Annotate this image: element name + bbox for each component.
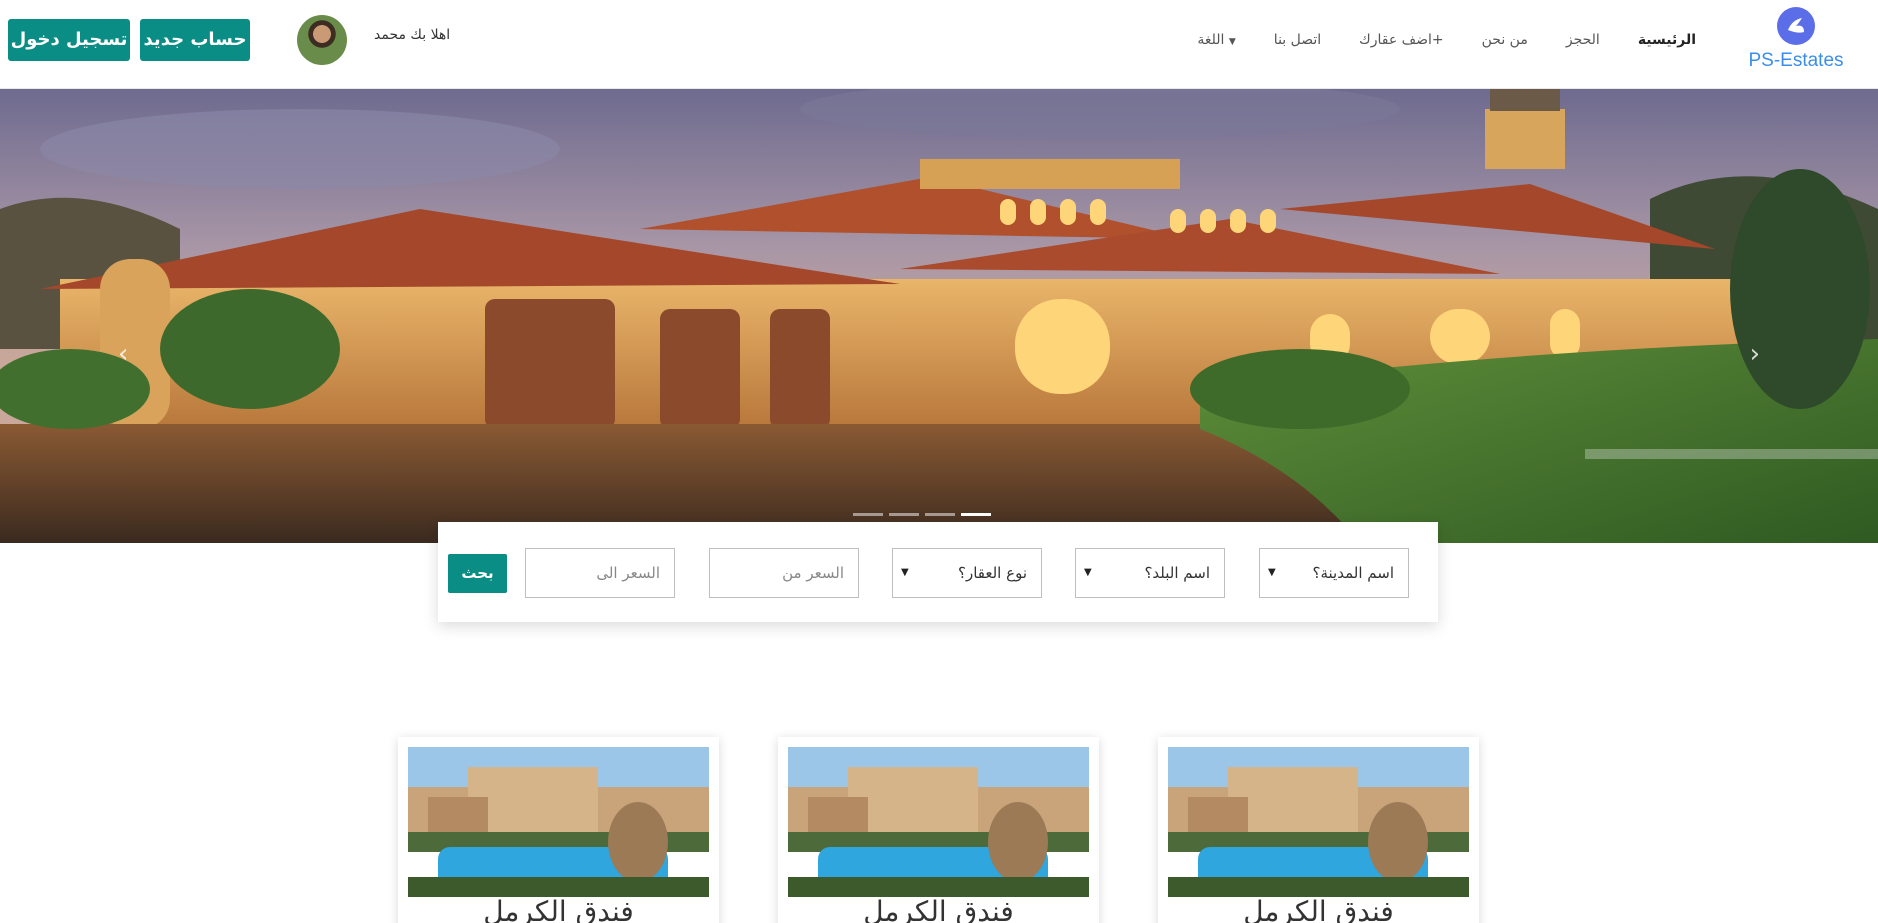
logo-icon [1777, 7, 1815, 45]
carousel-indicator[interactable] [925, 513, 955, 516]
carousel-indicator[interactable] [889, 513, 919, 516]
carousel-prev-icon[interactable]: ‹ [118, 339, 128, 369]
property-title: فندق الكرمل [1243, 895, 1394, 923]
main-nav: الرئيسية الحجز من نحن اضف عقارك+ اتصل بن… [1178, 30, 1715, 50]
property-title: فندق الكرمل [483, 895, 634, 923]
nav-item-add-property[interactable]: اضف عقارك+ [1340, 30, 1462, 50]
user-greeting: اهلا بك محمد [374, 27, 451, 43]
page: PS-Estates الرئيسية الحجز من نحن اضف عقا… [0, 0, 1878, 923]
top-navbar: PS-Estates الرئيسية الحجز من نحن اضف عقا… [0, 0, 1878, 89]
nav-item-language[interactable]: اللغة ▼ [1178, 30, 1254, 50]
hero-carousel: ‹ › [0, 89, 1878, 543]
property-type-select[interactable]: نوع العقار؟ ▼ [892, 548, 1042, 598]
property-image [1168, 747, 1469, 897]
user-avatar[interactable] [297, 15, 347, 65]
search-panel: اسم المدينة؟ ▼ اسم البلد؟ ▼ نوع العقار؟ … [438, 522, 1438, 622]
hero-image [0, 89, 1878, 543]
select-arrow-icon: ▼ [901, 567, 909, 578]
brand-name: PS-Estates [1748, 50, 1844, 71]
select-arrow-icon: ▼ [1084, 567, 1092, 578]
city-select[interactable]: اسم المدينة؟ ▼ [1259, 548, 1409, 598]
property-image [788, 747, 1089, 897]
nav-item-contact[interactable]: اتصل بنا [1255, 30, 1340, 50]
nav-item-about[interactable]: من نحن [1463, 30, 1547, 50]
caret-down-icon: ▼ [1228, 37, 1236, 47]
search-button[interactable]: بحث [448, 554, 507, 593]
nav-item-booking[interactable]: الحجز [1547, 30, 1619, 50]
language-label: اللغة [1197, 32, 1225, 48]
carousel-indicator-active[interactable] [961, 513, 991, 516]
nav-item-home[interactable]: الرئيسية [1619, 30, 1715, 50]
select-arrow-icon: ▼ [1268, 567, 1276, 578]
price-to-input[interactable]: السعر الى [525, 548, 675, 598]
carousel-next-icon[interactable]: › [1750, 339, 1760, 369]
property-title: فندق الكرمل [863, 895, 1014, 923]
price-from-input[interactable]: السعر من [709, 548, 859, 598]
country-select[interactable]: اسم البلد؟ ▼ [1075, 548, 1225, 598]
property-card[interactable]: فندق الكرمل [778, 737, 1099, 923]
carousel-indicators [853, 513, 991, 516]
carousel-indicator[interactable] [853, 513, 883, 516]
property-image [408, 747, 709, 897]
city-select-label: اسم المدينة؟ [1312, 564, 1394, 582]
property-type-label: نوع العقار؟ [958, 564, 1027, 582]
country-select-label: اسم البلد؟ [1144, 564, 1210, 582]
register-button[interactable]: حساب جديد [140, 19, 250, 61]
login-button[interactable]: تسجيل دخول [8, 19, 130, 61]
property-card[interactable]: فندق الكرمل [398, 737, 719, 923]
brand-logo[interactable]: PS-Estates [1736, 6, 1856, 76]
property-card[interactable]: فندق الكرمل [1158, 737, 1479, 923]
